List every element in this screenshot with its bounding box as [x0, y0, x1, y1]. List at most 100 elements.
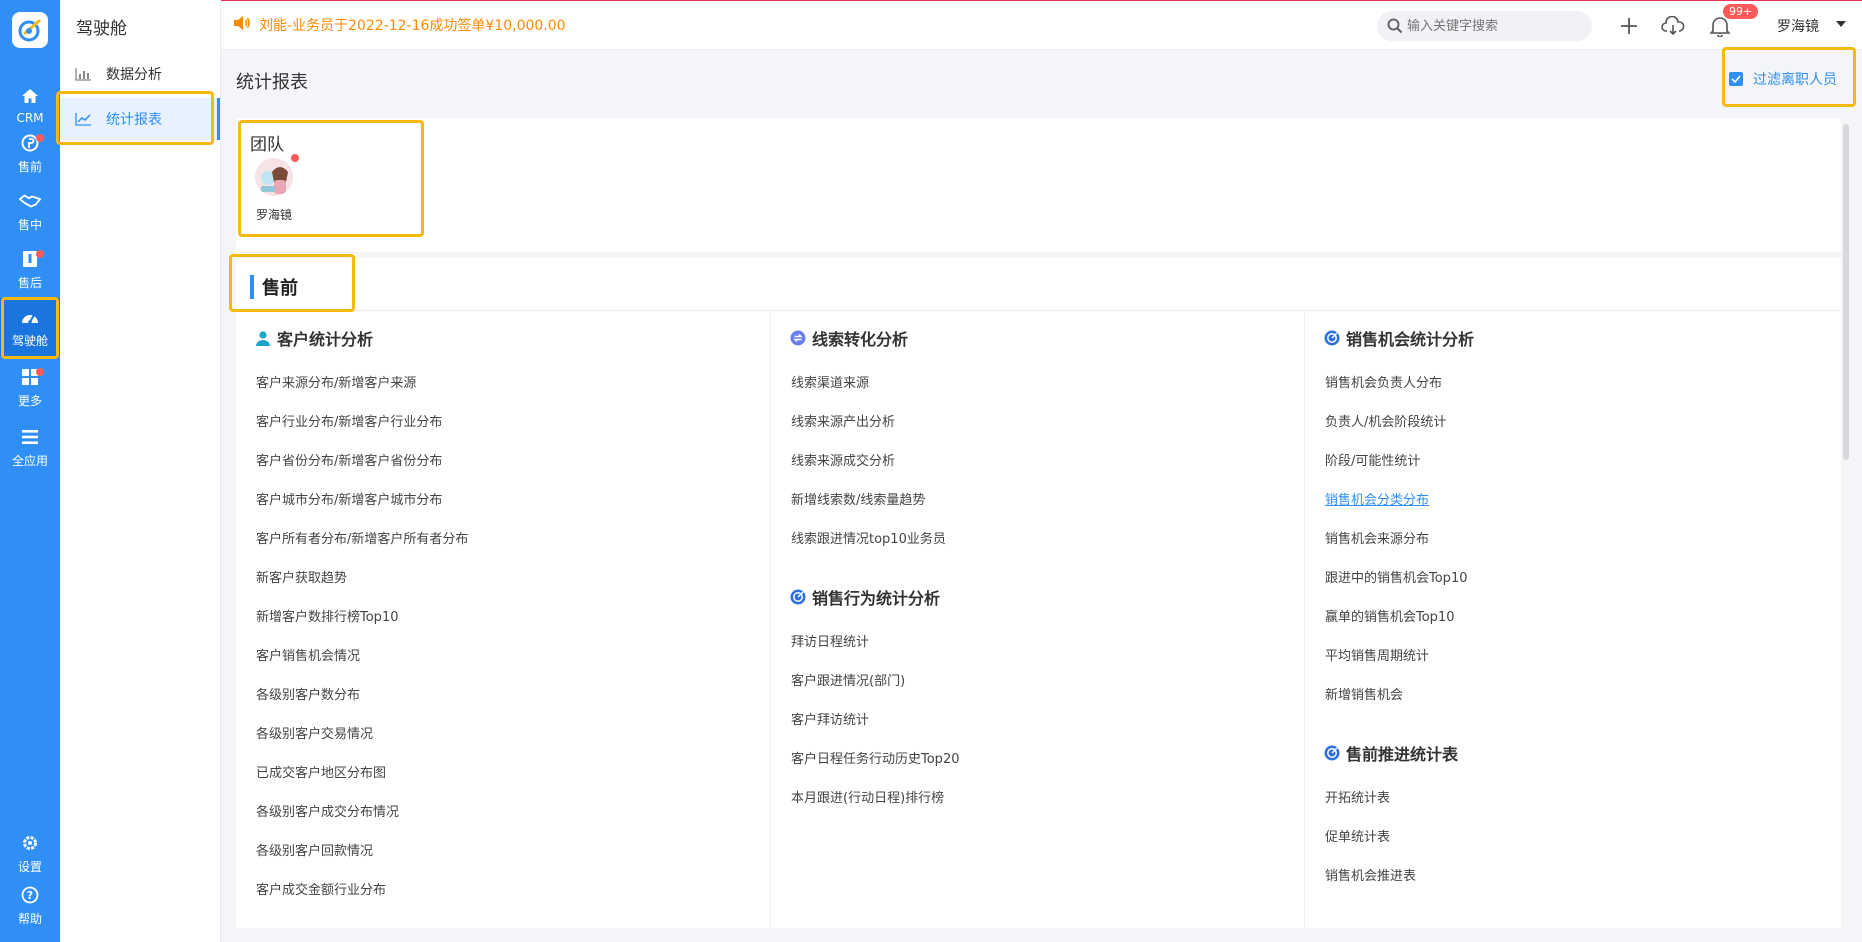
report-link[interactable]: 开拓统计表: [1325, 787, 1390, 806]
sidebar-item-label: 数据分析: [106, 67, 162, 83]
report-link[interactable]: 各级别客户交易情况: [256, 723, 373, 742]
notification-dot: [36, 368, 44, 376]
report-link[interactable]: 各级别客户成交分布情况: [256, 801, 399, 820]
report-link[interactable]: 平均销售周期统计: [1325, 645, 1429, 664]
report-link[interactable]: 客户成交金额行业分布: [256, 879, 386, 898]
group-title-label: 客户统计分析: [277, 330, 374, 349]
group-title-opportunity: 销售机会统计分析: [1324, 326, 1474, 350]
report-link[interactable]: 线索来源成交分析: [791, 450, 895, 469]
notice-text: 刘能-业务员于2022-12-16成功签单¥10,000.00: [259, 18, 566, 34]
user-icon: [255, 330, 271, 346]
highlight-box: [238, 120, 424, 237]
rail-item-label: 帮助: [17, 911, 42, 926]
report-link[interactable]: 客户销售机会情况: [256, 645, 360, 664]
report-link[interactable]: 新增销售机会: [1325, 684, 1403, 703]
bar-chart-icon: [74, 67, 92, 81]
report-link[interactable]: 各级别客户数分布: [256, 684, 360, 703]
report-column-leads: 线索转化分析 线索渠道来源 线索来源产出分析 线索来源成交分析 新增线索数/线索…: [770, 311, 1304, 928]
report-link[interactable]: 阶段/可能性统计: [1325, 450, 1420, 469]
report-link[interactable]: 线索跟进情况top10业务员: [791, 528, 946, 547]
report-link[interactable]: 客户日程任务行动历史Top20: [791, 748, 959, 767]
app-rail: CRM 售前 售中 售后 驾驶舱 更多 全应用 设置 ? 帮助: [0, 0, 60, 942]
notification-badge: 99+: [1723, 4, 1759, 19]
convert-icon: [790, 330, 806, 346]
group-title-leads: 线索转化分析: [790, 326, 908, 350]
report-link[interactable]: 新增线索数/线索量趋势: [791, 489, 925, 508]
rail-item-label: 售后: [17, 275, 42, 290]
presale-section: 售前 客户统计分析 客户来源分布/新增客户来源 客户行业分布/新增客户行业分布 …: [236, 258, 1841, 928]
speaker-icon: [233, 15, 251, 35]
report-link[interactable]: 拜访日程统计: [791, 631, 869, 650]
report-link[interactable]: 赢单的销售机会Top10: [1325, 606, 1454, 625]
group-title-label: 销售机会统计分析: [1346, 330, 1475, 349]
page-title: 统计报表: [236, 72, 308, 93]
highlight-box: [56, 91, 214, 145]
report-link[interactable]: 各级别客户回款情况: [256, 840, 373, 859]
highlight-box: [1722, 47, 1856, 107]
rail-item-all-apps[interactable]: 全应用: [0, 418, 60, 476]
group-title-label: 售前推进统计表: [1346, 745, 1459, 764]
report-link[interactable]: 销售机会推进表: [1325, 865, 1416, 884]
report-link[interactable]: 已成交客户地区分布图: [256, 762, 386, 781]
rail-item-insale[interactable]: 售中: [0, 182, 60, 240]
page-header: 统计报表 过滤离职人员: [221, 51, 1862, 107]
rail-item-label: 全应用: [11, 453, 48, 468]
svg-text:?: ?: [27, 889, 33, 902]
report-column-opportunity: 销售机会统计分析 销售机会负责人分布 负责人/机会阶段统计 阶段/可能性统计 销…: [1304, 311, 1838, 928]
report-link[interactable]: 客户跟进情况(部门): [791, 670, 905, 689]
group-title-label: 销售行为统计分析: [812, 589, 941, 608]
report-link[interactable]: 客户行业分布/新增客户行业分布: [256, 411, 442, 430]
report-link[interactable]: 新增客户数排行榜Top10: [256, 606, 398, 625]
rail-item-label: 更多: [17, 393, 42, 408]
help-icon: ?: [19, 884, 41, 906]
group-title-sales-behavior: 销售行为统计分析: [790, 585, 940, 609]
report-link[interactable]: 客户所有者分布/新增客户所有者分布: [256, 528, 468, 547]
notice-banner[interactable]: 刘能-业务员于2022-12-16成功签单¥10,000.00: [233, 15, 566, 35]
report-link[interactable]: 负责人/机会阶段统计: [1325, 411, 1446, 430]
scrollbar[interactable]: [1841, 118, 1851, 928]
add-button[interactable]: [1616, 13, 1642, 39]
rail-item-presale[interactable]: 售前: [0, 124, 60, 182]
report-link[interactable]: 客户省份分布/新增客户省份分布: [256, 450, 442, 469]
plus-icon: [1621, 18, 1637, 34]
report-link[interactable]: 线索渠道来源: [791, 372, 869, 391]
rail-item-more[interactable]: 更多: [0, 358, 60, 416]
rail-item-settings[interactable]: 设置: [0, 824, 60, 882]
scrollbar-thumb[interactable]: [1843, 124, 1849, 460]
top-bar: 刘能-业务员于2022-12-16成功签单¥10,000.00 99+ 罗海镜: [221, 0, 1862, 50]
report-link[interactable]: 客户来源分布/新增客户来源: [256, 372, 416, 391]
rail-item-help[interactable]: ? 帮助: [0, 876, 60, 934]
report-link[interactable]: 销售机会来源分布: [1325, 528, 1429, 547]
rail-item-label: 售中: [17, 217, 42, 232]
sidebar-item-data-analysis[interactable]: 数据分析: [60, 53, 220, 95]
group-title-customer: 客户统计分析: [255, 326, 373, 350]
sidebar-title: 驾驶舱: [76, 19, 127, 39]
report-link[interactable]: 客户拜访统计: [791, 709, 869, 728]
team-card: 团队 罗海镜: [236, 118, 1841, 252]
highlight-box: [1, 297, 59, 359]
report-link[interactable]: 促单统计表: [1325, 826, 1390, 845]
home-icon: [19, 85, 41, 107]
group-title-label: 线索转化分析: [812, 330, 909, 349]
rail-item-aftersale[interactable]: 售后: [0, 240, 60, 298]
report-link[interactable]: 销售机会负责人分布: [1325, 372, 1442, 391]
download-button[interactable]: [1660, 13, 1686, 39]
highlight-box: [229, 254, 355, 312]
notification-dot: [36, 250, 44, 258]
report-link[interactable]: 跟进中的销售机会Top10: [1325, 567, 1467, 586]
user-menu[interactable]: 罗海镜: [1777, 16, 1819, 36]
rail-item-label: 设置: [17, 859, 42, 874]
search-input[interactable]: [1377, 11, 1592, 41]
target-icon: [1324, 745, 1340, 761]
report-link-highlighted[interactable]: 销售机会分类分布: [1325, 489, 1429, 508]
report-link[interactable]: 线索来源产出分析: [791, 411, 895, 430]
rail-item-label: CRM: [16, 111, 44, 125]
report-link[interactable]: 客户城市分布/新增客户城市分布: [256, 489, 442, 508]
search-icon: [1387, 18, 1403, 38]
report-link[interactable]: 本月跟进(行动日程)排行榜: [791, 787, 944, 806]
logo-icon: [18, 19, 41, 42]
chevron-down-icon[interactable]: [1836, 21, 1846, 27]
handshake-icon: [19, 190, 41, 212]
app-logo[interactable]: [12, 12, 48, 48]
report-link[interactable]: 新客户获取趋势: [256, 567, 347, 586]
